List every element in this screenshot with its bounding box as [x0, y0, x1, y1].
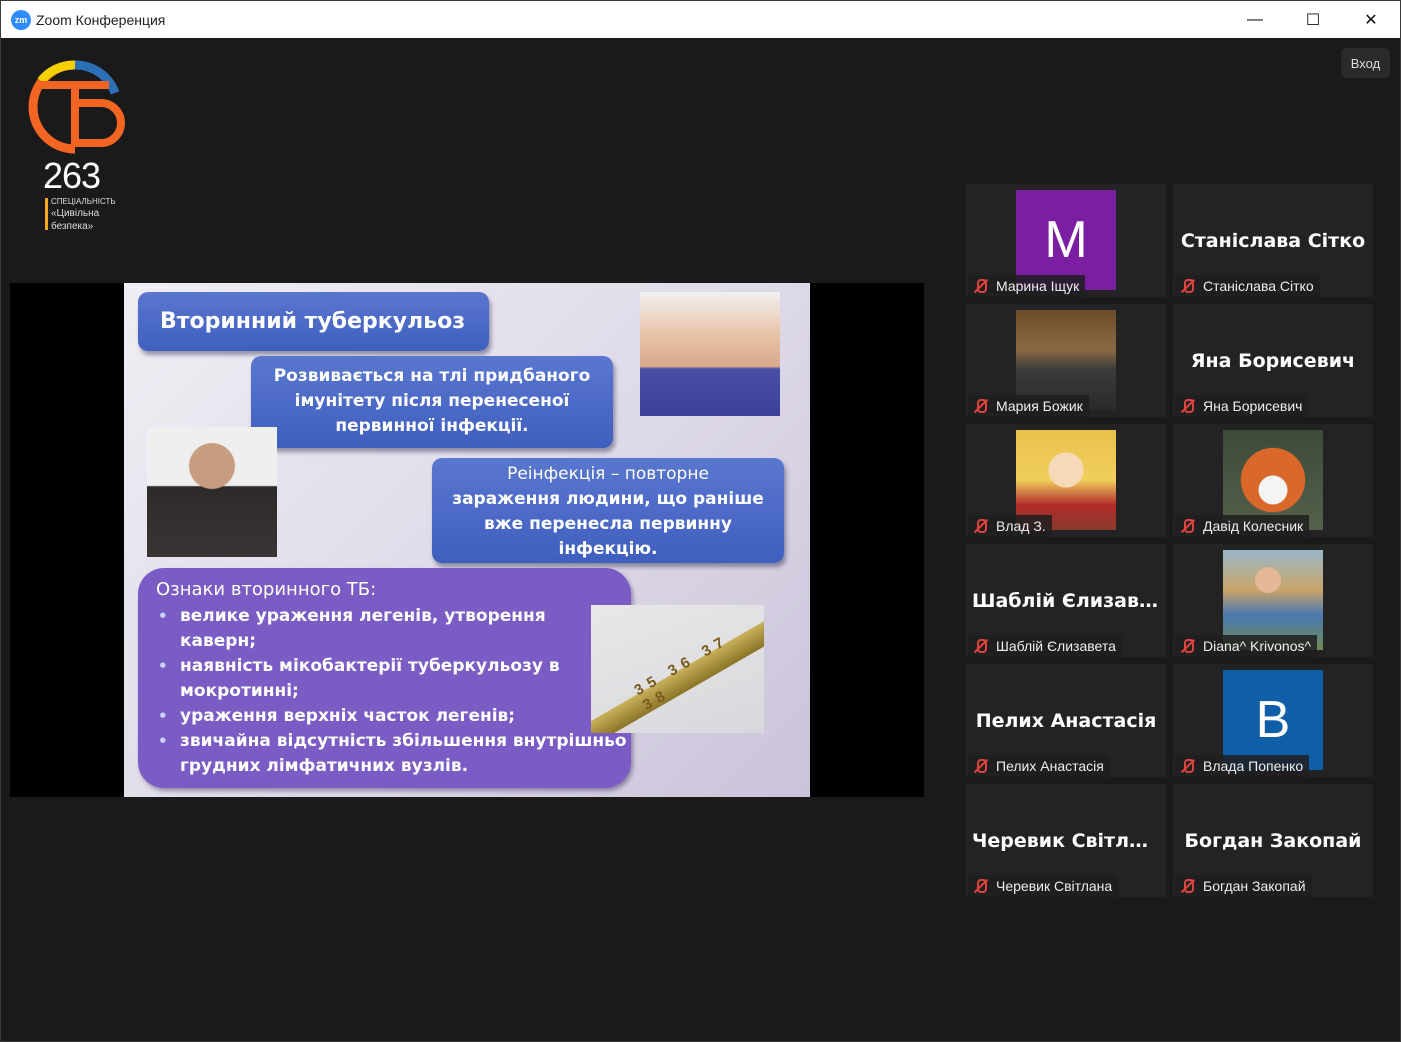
participant-nameplate: Яна Борисевич [1175, 395, 1309, 417]
participant-tile[interactable]: Мария Божик [966, 304, 1166, 417]
department-logo: 263 СПЕЦІАЛЬНІСТЬ «Цивільна безпека» [27, 59, 137, 234]
muted-mic-icon [972, 398, 990, 414]
participant-nameplate: Влад З. [968, 515, 1052, 537]
thermometer-scale: 35 36 37 38 [631, 631, 733, 714]
participant-nameplate: Богдан Закопай [1175, 875, 1312, 897]
participant-nameplate: Станіслава Сітко [1175, 275, 1320, 297]
slide-signs-box: Ознаки вторинного ТБ: велике ураження ле… [138, 568, 631, 788]
muted-mic-icon [1179, 758, 1197, 774]
signin-button[interactable]: Вход [1341, 48, 1390, 78]
chest-photo [640, 292, 780, 416]
muted-mic-icon [1179, 878, 1197, 894]
participant-nameplate: Мария Божик [968, 395, 1089, 417]
participant-nameplate: Давід Колесник [1175, 515, 1310, 537]
muted-mic-icon [1179, 518, 1197, 534]
participant-nameplate: Марина Іщук [968, 275, 1086, 297]
participant-nameplate: Черевик Світлана [968, 875, 1119, 897]
muted-mic-icon [1179, 398, 1197, 414]
logo-caption: СПЕЦІАЛЬНІСТЬ «Цивільна безпека» [51, 197, 116, 232]
muted-mic-icon [972, 878, 990, 894]
sign-item: ураження верхніх часток легенів; [156, 704, 596, 729]
participant-tile[interactable]: Яна Борисевич Яна Борисевич [1173, 304, 1373, 417]
muted-mic-icon [972, 518, 990, 534]
participant-tile[interactable]: M Марина Іщук [966, 184, 1166, 297]
muted-mic-icon [972, 278, 990, 294]
participant-tile[interactable]: Шаблій Єлизав... Шаблій Єлизавета [966, 544, 1166, 657]
participant-tile[interactable]: B Влада Попенко [1173, 664, 1373, 777]
participant-nameplate: Diana^ Krivonos^ [1175, 635, 1318, 657]
signs-header: Ознаки вторинного ТБ: [156, 579, 377, 600]
presentation-slide: Вторинний туберкульоз Розвивається на тл… [124, 283, 810, 797]
sign-item: звичайна відсутність збільшення внутрішн… [156, 729, 636, 779]
muted-mic-icon [1179, 278, 1197, 294]
title-bar: zm Zoom Конференция — ☐ ✕ [1, 1, 1400, 38]
muted-mic-icon [972, 758, 990, 774]
participant-tile[interactable]: Давід Колесник [1173, 424, 1373, 537]
participant-tile[interactable]: Diana^ Krivonos^ [1173, 544, 1373, 657]
window-title: Zoom Конференция [36, 11, 166, 28]
zoom-window: zm Zoom Конференция — ☐ ✕ 263 СПЕЦІАЛЬНІ… [0, 0, 1401, 1042]
sign-item: наявність мікобактерії туберкульозу в мо… [156, 654, 596, 704]
maximize-button[interactable]: ☐ [1284, 1, 1342, 38]
participant-nameplate: Шаблій Єлизавета [968, 635, 1122, 657]
minimize-button[interactable]: — [1226, 1, 1284, 38]
zoom-app-icon: zm [11, 9, 31, 30]
muted-mic-icon [1179, 638, 1197, 654]
logo-divider [45, 198, 48, 230]
participant-nameplate: Влада Попенко [1175, 755, 1310, 777]
sign-item: велике ураження легенів, утворення кавер… [156, 604, 596, 654]
participant-tile[interactable]: Влад З. [966, 424, 1166, 537]
participant-tile[interactable]: Пелих Анастасія Пелих Анастасія [966, 664, 1166, 777]
slide-box-immunity: Розвивається на тлі придбаного імунітету… [251, 356, 613, 448]
shared-screen: Вторинний туберкульоз Розвивається на тл… [10, 283, 924, 797]
participant-nameplate: Пелих Анастасія [968, 755, 1110, 777]
close-button[interactable]: ✕ [1342, 1, 1400, 38]
participant-tile[interactable]: Богдан Закопай Богдан Закопай [1173, 784, 1373, 897]
participant-tile[interactable]: Черевик Світла... Черевик Світлана [966, 784, 1166, 897]
coughing-man-photo [147, 427, 277, 557]
logo-number: 263 [43, 155, 101, 196]
thermometer-photo: 35 36 37 38 [591, 605, 764, 733]
muted-mic-icon [972, 638, 990, 654]
slide-title: Вторинний туберкульоз [138, 292, 489, 351]
logo-emblem-icon [28, 60, 125, 154]
slide-box-reinfection: Реінфекція – повторне зараження людини, … [432, 458, 784, 563]
participant-tile[interactable]: Станіслава Сітко Станіслава Сітко [1173, 184, 1373, 297]
